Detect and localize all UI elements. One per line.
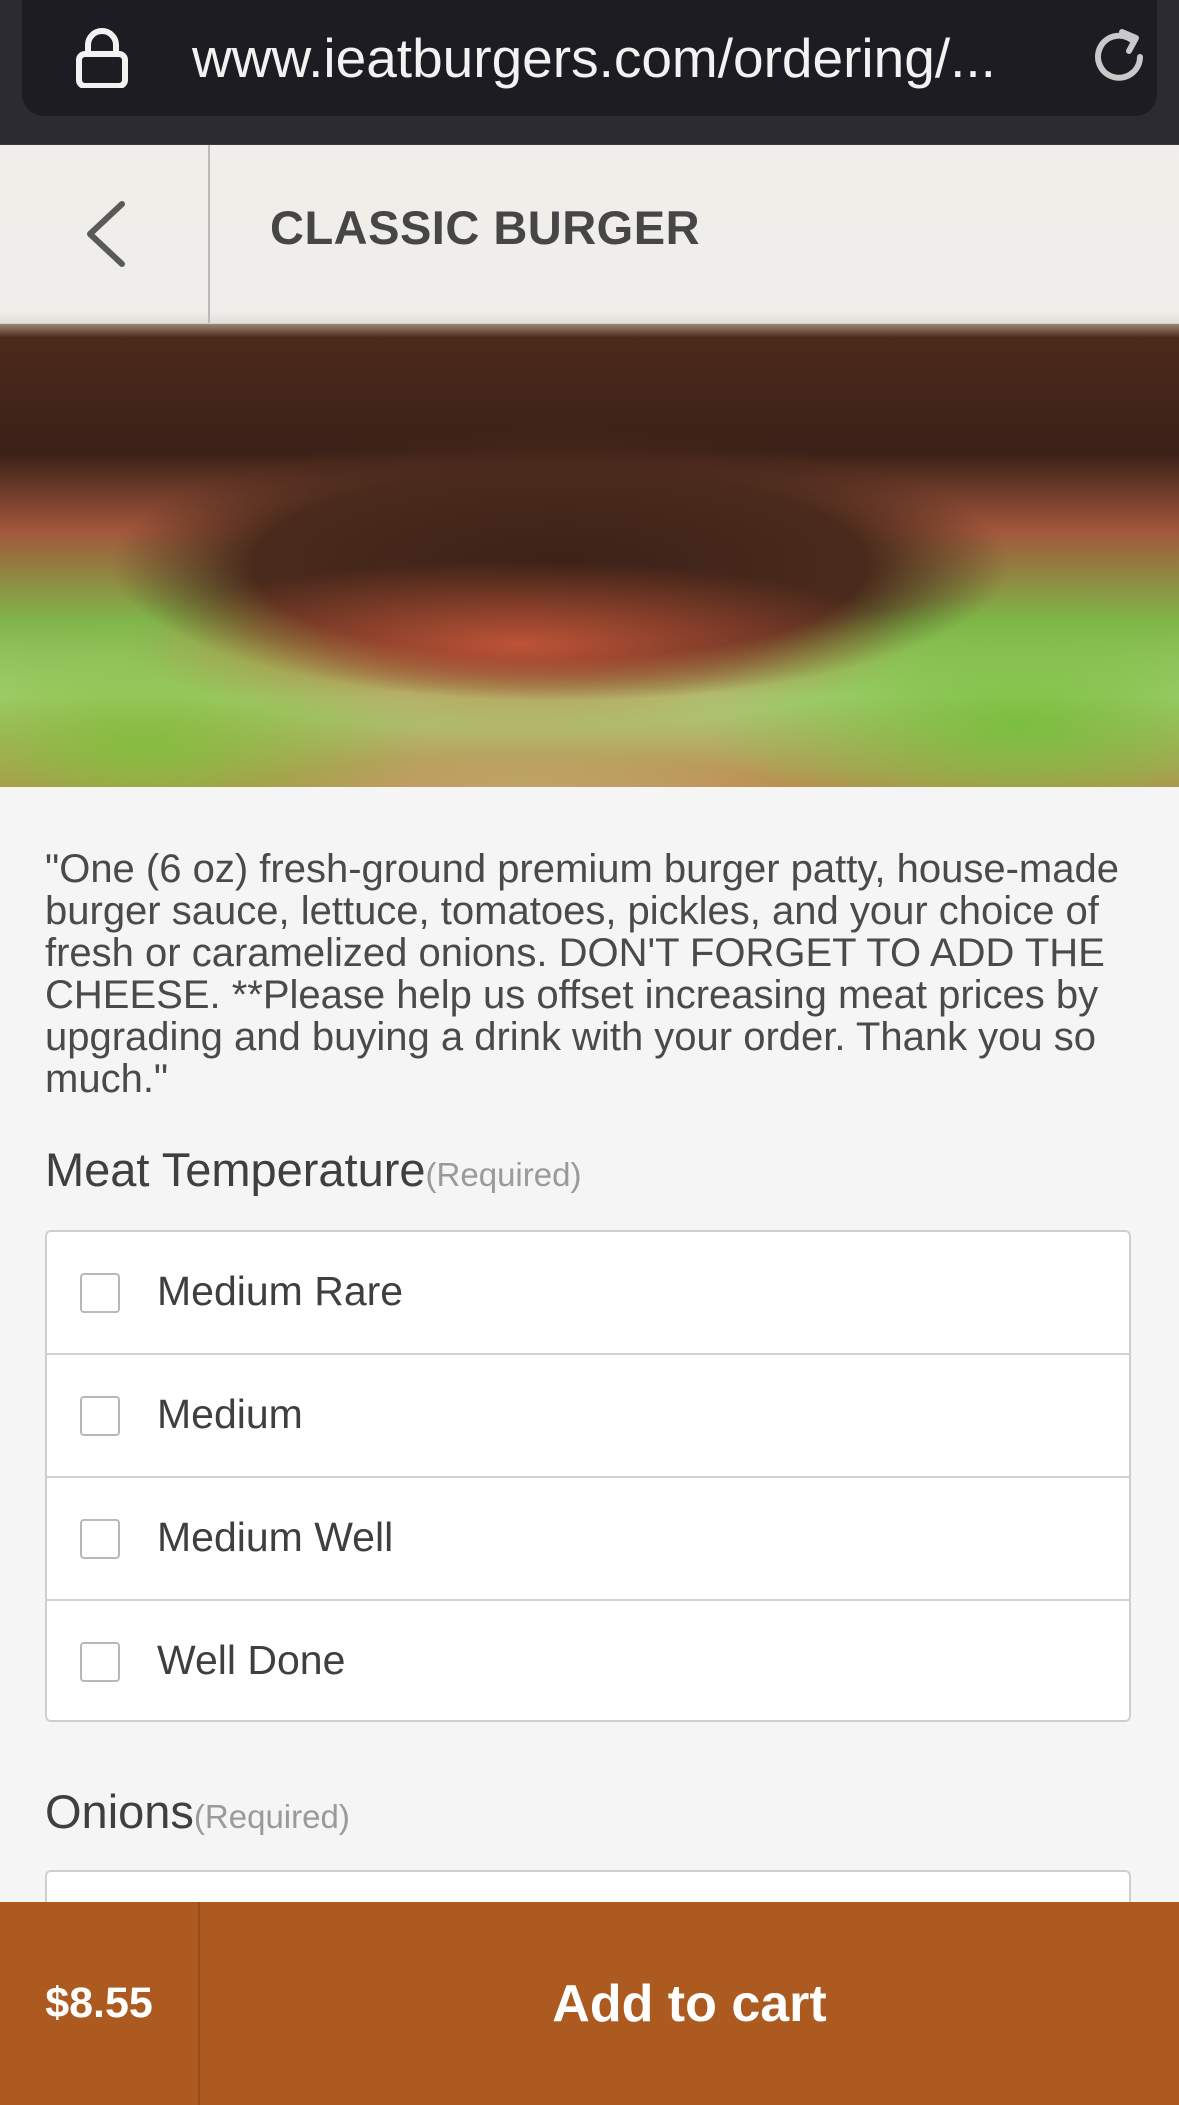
option-medium[interactable]: Medium [47,1355,1129,1478]
meat-temperature-options: Medium Rare Medium Medium Well Well Done [45,1230,1131,1722]
item-price: $8.55 [0,1902,200,2105]
lock-icon [76,28,128,88]
add-to-cart-button[interactable]: Add to cart [200,1902,1179,2105]
checkbox[interactable] [80,1519,120,1559]
checkbox[interactable] [80,1642,120,1682]
required-label: (Required) [425,1156,582,1193]
required-label: (Required) [193,1798,350,1835]
option-medium-rare[interactable]: Medium Rare [47,1232,1129,1355]
address-bar[interactable]: www.ieatburgers.com/ordering/... [22,0,1157,116]
browser-toolbar: www.ieatburgers.com/ordering/... [0,0,1179,146]
option-label: Medium Rare [157,1268,404,1314]
option-well-done[interactable]: Well Done [47,1601,1129,1724]
option-label: Well Done [157,1637,346,1683]
back-button[interactable] [0,145,210,323]
meat-temperature-heading: Meat Temperature(Required) [45,1142,581,1197]
cart-footer: $8.55 Add to cart [0,1902,1179,2105]
item-description: "One (6 oz) fresh-ground premium burger … [45,847,1119,1101]
page-title: CLASSIC BURGER [270,201,701,254]
checkbox[interactable] [80,1273,120,1313]
section-title: Meat Temperature [45,1143,426,1196]
option-label: Medium [157,1391,303,1437]
section-title: Onions [45,1785,194,1838]
chevron-left-icon [87,201,125,267]
onions-heading: Onions(Required) [45,1784,350,1839]
option-label: Medium Well [157,1514,394,1560]
checkbox[interactable] [80,1396,120,1436]
url-text[interactable]: www.ieatburgers.com/ordering/... [192,22,996,94]
reload-icon[interactable] [1086,24,1152,90]
option-medium-well[interactable]: Medium Well [47,1478,1129,1601]
